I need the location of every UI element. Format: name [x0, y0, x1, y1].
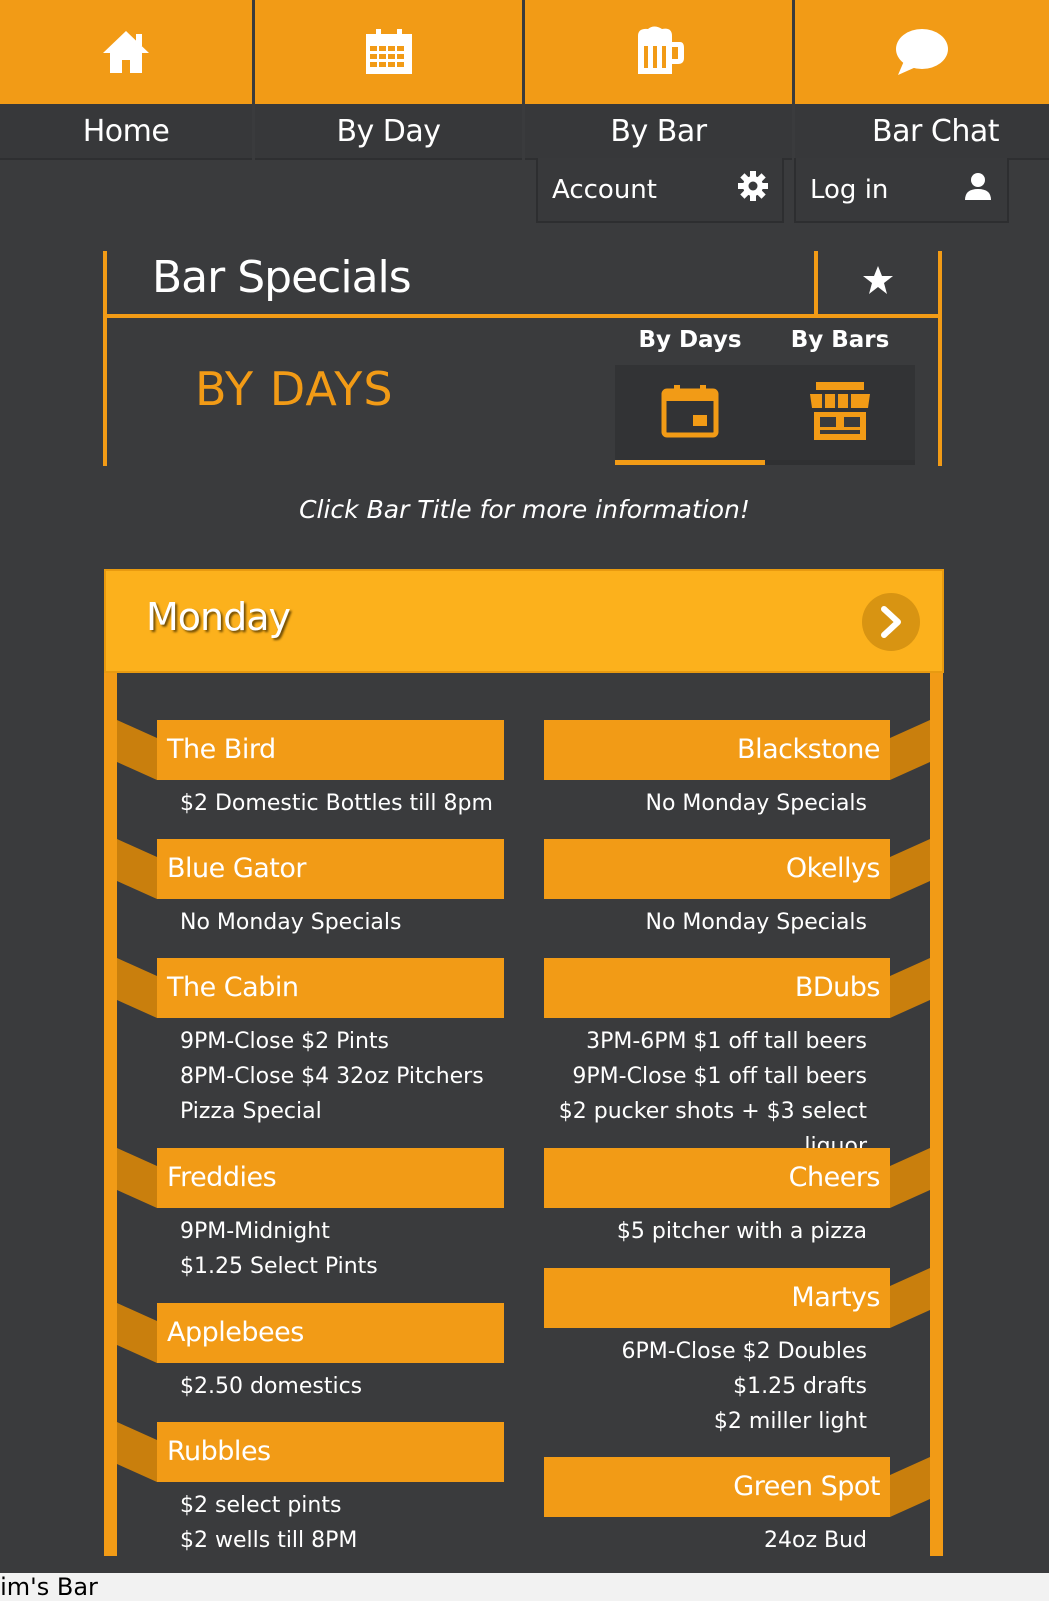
login-label: Log in — [810, 174, 889, 205]
tab-by-bars-label: By Bars — [790, 327, 890, 353]
tab-by-days-label: By Days — [638, 327, 742, 353]
nav-bar-chat[interactable]: Bar Chat — [792, 0, 1049, 160]
top-nav: Home By Day By Bar Bar Chat — [0, 0, 1049, 160]
chevron-right-icon[interactable] — [862, 593, 920, 651]
bar-title[interactable]: Blackstone — [544, 720, 890, 780]
special-line: No Monday Specials — [645, 910, 867, 935]
bar-entry: The Cabin 9PM-Close $2 Pints 8PM-Close $… — [117, 958, 504, 1129]
bar-specials: $2.50 domestics — [117, 1369, 504, 1404]
bar-entry: Green Spot 24oz Bud — [544, 1457, 930, 1558]
bar-title[interactable]: Green Spot — [544, 1457, 890, 1517]
nav-by-day-label: By Day — [255, 104, 522, 160]
special-line: $1.25 drafts — [733, 1374, 867, 1399]
nav-by-bar[interactable]: By Bar — [522, 0, 792, 160]
special-line: 3PM-6PM $1 off tall beers — [586, 1029, 867, 1054]
account-label: Account — [552, 174, 657, 205]
favorite-star-icon[interactable] — [862, 265, 894, 299]
bar-title[interactable]: Blue Gator — [157, 839, 504, 899]
day-title: Monday — [146, 595, 291, 639]
bar-specials: No Monday Specials — [544, 786, 930, 821]
bar-entry: Cheers $5 pitcher with a pizza — [544, 1148, 930, 1249]
special-line: No Monday Specials — [645, 791, 867, 816]
view-heading: BY DAYS — [195, 362, 394, 416]
special-line: 9PM-Midnight — [180, 1219, 330, 1244]
bar-specials: 6PM-Close $2 Doubles $1.25 drafts $2 mil… — [544, 1334, 930, 1439]
bar-title[interactable]: The Cabin — [157, 958, 504, 1018]
bar-title[interactable]: Okellys — [544, 839, 890, 899]
nav-home-label: Home — [0, 104, 252, 160]
bar-title[interactable]: Freddies — [157, 1148, 504, 1208]
special-line: $2 Domestic Bottles till 8pm — [180, 791, 493, 816]
special-line: $2.50 domestics — [180, 1374, 363, 1399]
panel-divider — [814, 251, 818, 317]
bar-specials: No Monday Specials — [544, 905, 930, 940]
bar-specials: 24oz Bud — [544, 1523, 930, 1558]
panel-border-left — [103, 251, 107, 466]
bar-title[interactable]: Rubbles — [157, 1422, 504, 1482]
nav-home[interactable]: Home — [0, 0, 252, 160]
bar-entry: Blackstone No Monday Specials — [544, 720, 930, 821]
calendar-icon — [661, 383, 719, 443]
bar-title[interactable]: Cheers — [544, 1148, 890, 1208]
bar-specials: 9PM-Midnight $1.25 Select Pints — [117, 1214, 504, 1284]
special-line: $1.25 Select Pints — [180, 1254, 378, 1279]
special-line: 9PM-Close $1 off tall beers — [572, 1064, 867, 1089]
login-button[interactable]: Log in — [794, 158, 1009, 223]
bar-specials: 9PM-Close $2 Pints 8PM-Close $4 32oz Pit… — [117, 1024, 504, 1129]
special-line: 9PM-Close $2 Pints — [180, 1029, 390, 1054]
special-line: Pizza Special — [180, 1099, 322, 1124]
tab-by-bars[interactable] — [765, 365, 915, 465]
bar-specials: $2 Domestic Bottles till 8pm — [117, 786, 504, 821]
home-icon — [101, 29, 151, 75]
special-line: 8PM-Close $4 32oz Pitchers — [180, 1064, 484, 1089]
nav-by-bar-label: By Bar — [525, 104, 792, 160]
hint-text: Click Bar Title for more information! — [299, 495, 750, 524]
bar-entry: Freddies 9PM-Midnight $1.25 Select Pints — [117, 1148, 504, 1284]
bar-specials: 3PM-6PM $1 off tall beers 9PM-Close $1 o… — [544, 1024, 930, 1164]
special-line: $5 pitcher with a pizza — [616, 1219, 867, 1244]
bar-entry: Okellys No Monday Specials — [544, 839, 930, 940]
special-line: $2 select pints — [180, 1493, 342, 1518]
bar-specials: $5 pitcher with a pizza — [544, 1214, 930, 1249]
panel-underline — [103, 314, 942, 318]
panel-border-right — [938, 251, 942, 466]
bar-title[interactable]: Applebees — [157, 1303, 504, 1363]
special-line: $2 miller light — [713, 1409, 867, 1434]
special-line: 24oz Bud — [764, 1528, 867, 1553]
bar-entry: Blue Gator No Monday Specials — [117, 839, 504, 940]
tab-by-days[interactable] — [615, 365, 765, 465]
bar-title[interactable]: The Bird — [157, 720, 504, 780]
nav-bar-chat-label: Bar Chat — [795, 104, 1049, 160]
chat-bubble-icon — [894, 27, 950, 77]
day-card-rail-right — [930, 673, 943, 1556]
account-button[interactable]: Account — [536, 158, 784, 223]
special-line: $2 wells till 8PM — [180, 1528, 358, 1553]
day-card-rail-left — [104, 673, 117, 1556]
bar-entry: Martys 6PM-Close $2 Doubles $1.25 drafts… — [544, 1268, 930, 1439]
bar-entry: Applebees $2.50 domestics — [117, 1303, 504, 1404]
bar-specials: No Monday Specials — [117, 905, 504, 940]
calendar-icon — [364, 28, 414, 76]
page-title: Bar Specials — [152, 252, 412, 303]
day-header-monday[interactable]: Monday — [104, 569, 944, 673]
user-icon — [963, 171, 993, 208]
special-line: 6PM-Close $2 Doubles — [621, 1339, 867, 1364]
nav-by-day[interactable]: By Day — [252, 0, 522, 160]
gear-icon — [738, 171, 768, 208]
bar-title[interactable]: Martys — [544, 1268, 890, 1328]
beer-mug-icon — [632, 26, 686, 78]
bar-entry: Rubbles $2 select pints $2 wells till 8P… — [117, 1422, 504, 1558]
special-line: No Monday Specials — [180, 910, 402, 935]
bar-entry: BDubs 3PM-6PM $1 off tall beers 9PM-Clos… — [544, 958, 930, 1164]
storefront-icon — [808, 380, 872, 446]
footer-text: Jim's Bar — [0, 1573, 98, 1601]
bar-entry: The Bird $2 Domestic Bottles till 8pm — [117, 720, 504, 821]
footer-bar-name: Jim's Bar — [0, 1573, 1049, 1601]
bar-specials: $2 select pints $2 wells till 8PM — [117, 1488, 504, 1558]
bar-title[interactable]: BDubs — [544, 958, 890, 1018]
